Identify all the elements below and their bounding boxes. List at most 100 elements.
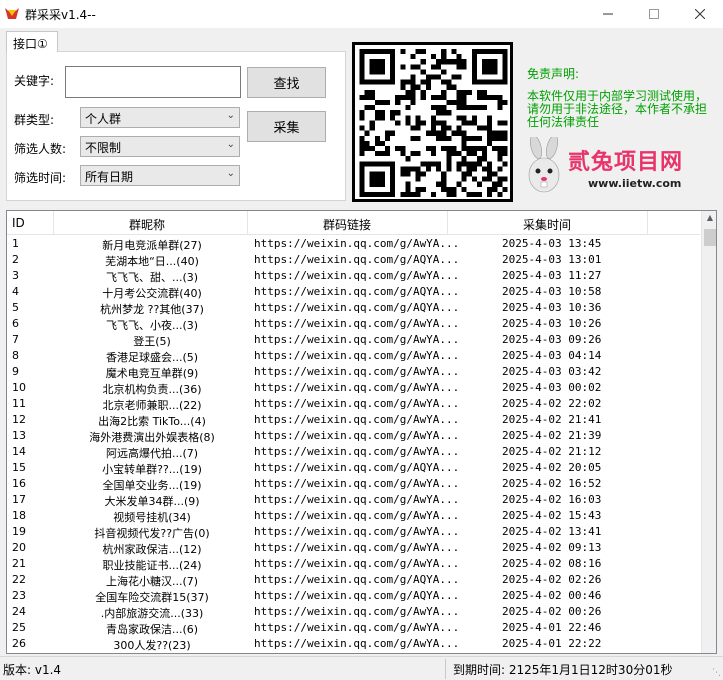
table-row[interactable]: 25 青岛家政保洁...(6) https://weixin.qq.com/g/Aw…	[7, 620, 700, 636]
time-filter-value: 所有日期	[85, 170, 134, 184]
table-row[interactable]: 13 海外港费演出外娱表格(8) https://weixin.qq.com/g/A…	[7, 428, 700, 444]
close-button[interactable]	[677, 0, 723, 28]
table-row[interactable]: 26 300人发??(23) https://weixin.qq.com/g/AwY…	[7, 636, 700, 652]
cell-id: 19	[12, 525, 26, 538]
table-row[interactable]: 7 登王(5) https://weixin.qq.com/g/AwYA... 202…	[7, 332, 700, 348]
column-divider	[247, 211, 248, 235]
cell-time: 2025-4-02 16:52	[502, 477, 602, 490]
cell-link: https://weixin.qq.com/g/AwYA...	[254, 413, 460, 426]
header-link[interactable]: 群码链接	[323, 216, 371, 233]
cell-link: https://weixin.qq.com/g/AwYA...	[254, 509, 460, 522]
cell-link: https://weixin.qq.com/g/AwYA...	[254, 525, 460, 538]
table-row[interactable]: 15 小宝转单群??...(19) https://weixin.qq.com/g/…	[7, 460, 700, 476]
table-row[interactable]: 2 芜湖本地“日...(40) https://weixin.qq.com/g/AQ…	[7, 252, 700, 268]
cell-id: 15	[12, 461, 26, 474]
cell-name: 小宝转单群??...(19)	[102, 463, 202, 476]
cell-name: 香港足球盛会...(5)	[105, 351, 199, 364]
cell-time: 2025-4-03 03:42	[502, 365, 602, 378]
cell-id: 1	[12, 237, 19, 250]
table-row[interactable]: 5 杭州梦龙 ??其他(37) https://weixin.qq.com/g/AQ…	[7, 300, 700, 316]
scroll-thumb[interactable]	[704, 229, 716, 246]
cell-name: 300人发??(23)	[113, 639, 191, 652]
table-row[interactable]: 9 魔术电竞互单群(9) https://weixin.qq.com/g/AwYA.…	[7, 364, 700, 380]
cell-link: https://weixin.qq.com/g/AwYA...	[254, 333, 460, 346]
table-row[interactable]: 11 北京老师兼职...(22) https://weixin.qq.com/g/A…	[7, 396, 700, 412]
cell-name: 全国单交业务...(19)	[102, 479, 202, 492]
scroll-up-icon[interactable]: ▲	[702, 213, 716, 227]
member-filter-select[interactable]: 不限制 ⌄	[80, 136, 240, 157]
cell-link: https://weixin.qq.com/g/AwYA...	[254, 637, 460, 650]
table-row[interactable]: 23 全国车险交流群15(37) https://weixin.qq.com/g/A…	[7, 588, 700, 604]
expiry-text: 到期时间: 2125年1月1日12时30分01秒	[453, 663, 673, 677]
table-row[interactable]: 6 飞飞飞、小夜...(3) https://weixin.qq.com/g/AwY…	[7, 316, 700, 332]
version-text: 版本: v1.4	[3, 663, 62, 677]
keyword-input[interactable]	[65, 66, 241, 98]
resize-grip-icon[interactable]: ⋱	[712, 668, 721, 678]
cell-id: 18	[12, 509, 26, 522]
cell-link: https://weixin.qq.com/g/AQYA...	[254, 589, 460, 602]
cell-link: https://weixin.qq.com/g/AwYA...	[254, 493, 460, 506]
table-row[interactable]: 20 杭州家政保洁...(12) https://weixin.qq.com/g/A…	[7, 540, 700, 556]
table-row[interactable]: 24 .内部旅游交流...(33) https://weixin.qq.com/g/…	[7, 604, 700, 620]
status-divider	[445, 659, 446, 679]
table-row[interactable]: 19 抖音视频代发??广告(0) https://weixin.qq.com/g/A…	[7, 524, 700, 540]
header-name[interactable]: 群昵称	[129, 216, 165, 233]
cell-link: https://weixin.qq.com/g/AQYA...	[254, 301, 460, 314]
cell-name: 阿远高爆代拍...(7)	[105, 447, 199, 460]
search-button[interactable]: 查找	[247, 67, 326, 98]
keyword-label: 关键字:	[14, 74, 55, 88]
table-row[interactable]: 16 全国单交业务...(19) https://weixin.qq.com/g/A…	[7, 476, 700, 492]
cell-id: 2	[12, 253, 19, 266]
tab-interface-1[interactable]: 接口①	[6, 31, 58, 52]
cell-name: 青岛家政保洁...(6)	[105, 623, 199, 636]
table-row[interactable]: 18 视频号挂机(34) https://weixin.qq.com/g/AwYA.…	[7, 508, 700, 524]
cell-time: 2025-4-03 13:45	[502, 237, 602, 250]
qr-code-frame	[352, 42, 513, 202]
header-time[interactable]: 采集时间	[523, 216, 571, 233]
cell-time: 2025-4-02 02:26	[502, 573, 602, 586]
cell-link: https://weixin.qq.com/g/AwYA...	[254, 237, 460, 250]
vertical-scrollbar[interactable]: ▲	[701, 211, 716, 653]
cell-link: https://weixin.qq.com/g/AwYA...	[254, 605, 460, 618]
table-row[interactable]: 14 阿远高爆代拍...(7) https://weixin.qq.com/g/Aw…	[7, 444, 700, 460]
cell-link: https://weixin.qq.com/g/AQYA...	[254, 285, 460, 298]
disclaimer-title: 免责声明:	[527, 67, 580, 81]
cell-link: https://weixin.qq.com/g/AQYA...	[254, 253, 460, 266]
collect-button[interactable]: 采集	[247, 111, 326, 142]
table-row[interactable]: 22 上海花小糖汉...(7) https://weixin.qq.com/g/AQ…	[7, 572, 700, 588]
cell-link: https://weixin.qq.com/g/AwYA...	[254, 317, 460, 330]
table-row[interactable]: 1 新月电竞派单群(27) https://weixin.qq.com/g/AwYA…	[7, 236, 700, 252]
maximize-icon	[649, 9, 659, 19]
cell-id: 20	[12, 541, 26, 554]
table-row[interactable]: 12 出海2比索 TikTo...(4) https://weixin.qq.com…	[7, 412, 700, 428]
cell-time: 2025-4-03 10:36	[502, 301, 602, 314]
cell-id: 8	[12, 349, 19, 362]
cell-time: 2025-4-02 20:05	[502, 461, 602, 474]
maximize-button[interactable]	[631, 0, 677, 28]
logo-text: 贰兔项目网	[568, 150, 684, 175]
column-divider	[447, 211, 448, 235]
table-row[interactable]: 8 香港足球盛会...(5) https://weixin.qq.com/g/AwY…	[7, 348, 700, 364]
table-row[interactable]: 21 职业技能证书...(24) https://weixin.qq.com/g/A…	[7, 556, 700, 572]
results-table[interactable]: ID 群昵称 群码链接 采集时间 1 新月电竞派单群(27) https://wei…	[6, 210, 717, 654]
table-row[interactable]: 3 飞飞飞、甜、...(3) https://weixin.qq.com/g/AwY…	[7, 268, 700, 284]
cell-time: 2025-4-02 09:13	[502, 541, 602, 554]
disclaimer-text: 本软件仅用于内部学习测试使用，请勿用于非法途径，本作者不承担任何法律责任	[527, 89, 708, 129]
header-id[interactable]: ID	[12, 216, 25, 230]
table-row[interactable]: 10 北京机构负责...(36) https://weixin.qq.com/g/A…	[7, 380, 700, 396]
table-row[interactable]: 4 十月考公交流群(40) https://weixin.qq.com/g/AQYA…	[7, 284, 700, 300]
minimize-button[interactable]	[585, 0, 631, 28]
cell-link: https://weixin.qq.com/g/AwYA...	[254, 349, 460, 362]
cell-name: 视频号挂机(34)	[113, 511, 191, 524]
cell-id: 9	[12, 365, 19, 378]
cell-name: 飞飞飞、小夜...(3)	[105, 319, 199, 332]
cell-id: 12	[12, 413, 26, 426]
time-filter-select[interactable]: 所有日期 ⌄	[80, 165, 240, 186]
table-row[interactable]: 17 大米发单34群...(9) https://weixin.qq.com/g/A…	[7, 492, 700, 508]
cell-time: 2025-4-03 11:27	[502, 269, 602, 282]
chevron-down-icon: ⌄	[226, 110, 235, 121]
cell-id: 17	[12, 493, 26, 506]
group-type-select[interactable]: 个人群 ⌄	[80, 107, 240, 128]
cell-name: 北京机构负责...(36)	[102, 383, 202, 396]
cell-name: 新月电竞派单群(27)	[102, 239, 202, 252]
